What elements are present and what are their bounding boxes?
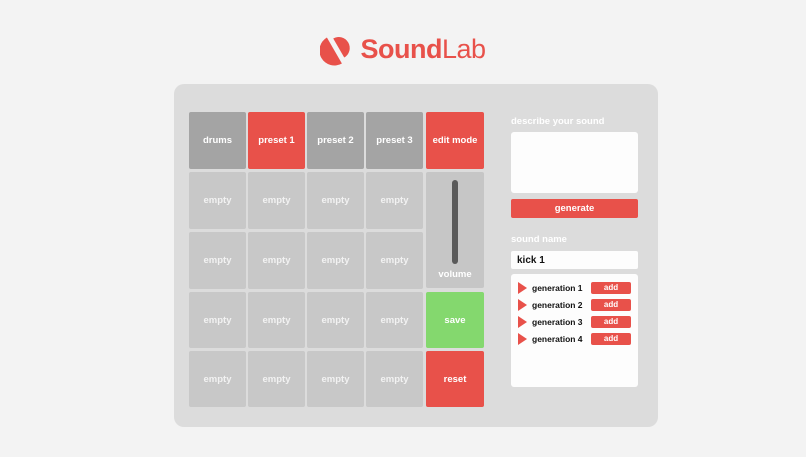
generation-name: generation 1	[532, 283, 583, 293]
describe-sound-label: describe your sound	[511, 116, 605, 127]
generation-name: generation 4	[532, 334, 583, 344]
sound-pad[interactable]: empty	[189, 292, 246, 348]
sound-pad[interactable]: empty	[189, 232, 246, 289]
play-icon[interactable]	[518, 282, 527, 294]
reset-button[interactable]: reset	[426, 351, 484, 407]
edit-mode-button[interactable]: edit mode	[426, 112, 484, 169]
add-button[interactable]: add	[591, 333, 631, 345]
generation-name: generation 3	[532, 317, 583, 327]
sound-pad[interactable]: empty	[307, 172, 364, 229]
app-header: SoundLab	[0, 30, 806, 68]
preset-1-button[interactable]: preset 1	[248, 112, 305, 169]
add-button[interactable]: add	[591, 316, 631, 328]
sound-pad[interactable]: empty	[248, 172, 305, 229]
generation-name: generation 2	[532, 300, 583, 310]
volume-slider[interactable]	[452, 180, 458, 264]
sound-pad[interactable]: empty	[307, 292, 364, 348]
sound-pad[interactable]: empty	[248, 232, 305, 289]
sound-pad[interactable]: empty	[189, 351, 246, 407]
sound-pad[interactable]: empty	[189, 172, 246, 229]
generate-button[interactable]: generate	[511, 199, 638, 218]
sound-pad[interactable]: empty	[366, 232, 423, 289]
describe-sound-input[interactable]	[511, 132, 638, 193]
generations-list: generation 1 add generation 2 add genera…	[511, 274, 638, 387]
play-icon[interactable]	[518, 299, 527, 311]
save-button[interactable]: save	[426, 292, 484, 348]
sound-pad[interactable]: empty	[366, 351, 423, 407]
sound-name-label: sound name	[511, 234, 567, 245]
list-item: generation 2 add	[511, 299, 638, 312]
sound-pad[interactable]: empty	[307, 232, 364, 289]
add-button[interactable]: add	[591, 282, 631, 294]
list-item: generation 1 add	[511, 282, 638, 295]
soundlab-logo-icon	[320, 37, 351, 66]
app-title: SoundLab	[360, 33, 486, 64]
list-item: generation 4 add	[511, 333, 638, 346]
sound-pad[interactable]: empty	[248, 292, 305, 348]
preset-3-button[interactable]: preset 3	[366, 112, 423, 169]
sound-pad[interactable]: empty	[366, 172, 423, 229]
sound-pad[interactable]: empty	[366, 292, 423, 348]
volume-label: volume	[438, 269, 472, 280]
list-item: generation 3 add	[511, 316, 638, 329]
sound-name-input[interactable]	[511, 251, 638, 269]
sound-pad[interactable]: empty	[307, 351, 364, 407]
volume-control: volume	[426, 172, 484, 288]
preset-2-button[interactable]: preset 2	[307, 112, 364, 169]
play-icon[interactable]	[518, 316, 527, 328]
drums-button[interactable]: drums	[189, 112, 246, 169]
sound-pad[interactable]: empty	[248, 351, 305, 407]
play-icon[interactable]	[518, 333, 527, 345]
add-button[interactable]: add	[591, 299, 631, 311]
